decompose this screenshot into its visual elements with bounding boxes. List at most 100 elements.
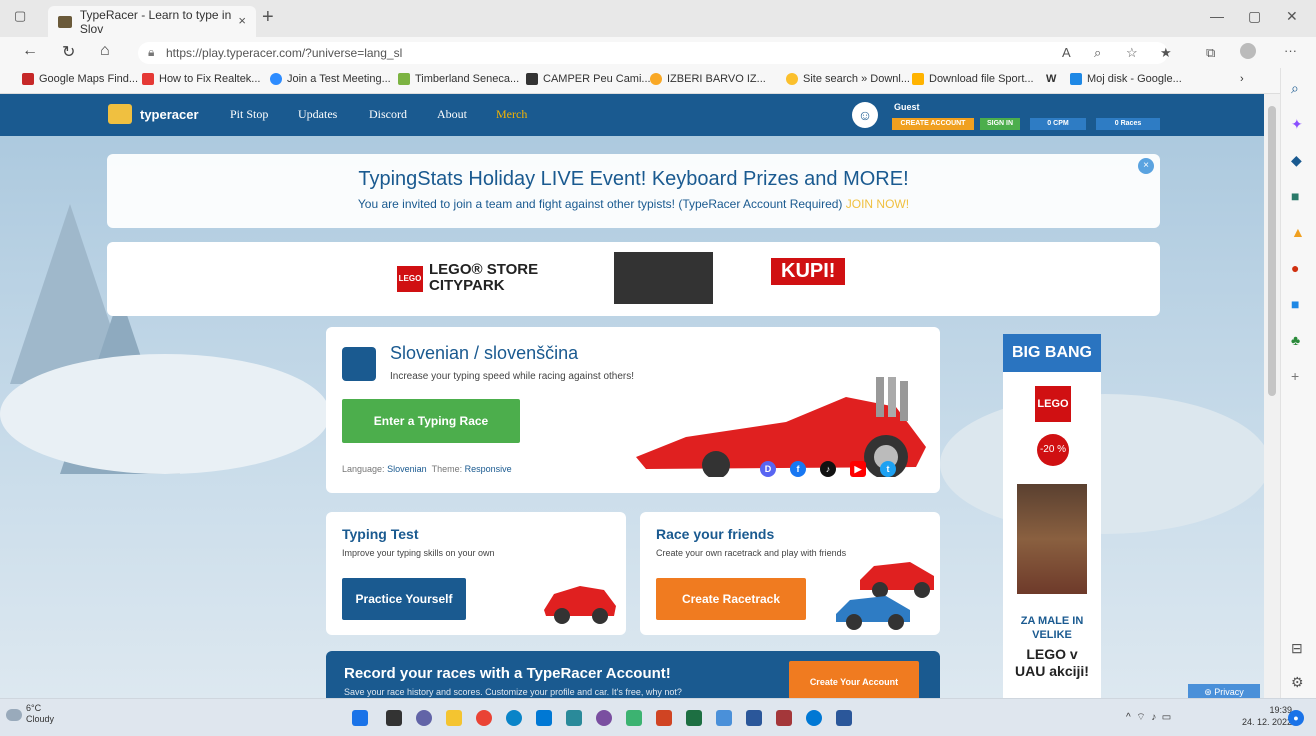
close-window-icon[interactable]: ✕ bbox=[1286, 8, 1298, 25]
language-link[interactable]: Slovenian bbox=[387, 464, 427, 474]
favorites-list-icon[interactable]: ★ bbox=[1160, 45, 1172, 61]
bookmark-item[interactable]: W bbox=[1046, 73, 1056, 85]
temperature: 6°C bbox=[26, 703, 42, 713]
theme-label: Theme: bbox=[431, 464, 463, 474]
nav-merch[interactable]: Merch bbox=[496, 107, 527, 122]
tab-close-icon[interactable]: × bbox=[238, 13, 246, 28]
lego-store-ad[interactable]: LEGO LEGO® STORE CITYPARK KUPI! bbox=[387, 252, 881, 304]
file-explorer-icon[interactable] bbox=[446, 710, 462, 726]
settings-icon[interactable]: ⚙ bbox=[1291, 674, 1304, 691]
bookmark-icon bbox=[398, 73, 410, 85]
bookmark-item[interactable]: Site search » Downl... bbox=[786, 73, 910, 85]
tiktok-icon[interactable]: ♪ bbox=[820, 461, 836, 477]
store-line2: CITYPARK bbox=[429, 277, 505, 294]
nav-updates[interactable]: Updates bbox=[298, 107, 337, 122]
bookmark-item[interactable]: CAMPER Peu Cami... bbox=[526, 73, 651, 85]
word-icon[interactable] bbox=[836, 710, 852, 726]
edge-icon[interactable] bbox=[506, 710, 522, 726]
refresh-icon[interactable]: ↻ bbox=[62, 42, 75, 62]
bookmarks-more-icon[interactable]: › bbox=[1240, 73, 1244, 85]
more-icon[interactable]: ··· bbox=[1284, 43, 1297, 58]
maximize-icon[interactable]: ▢ bbox=[1248, 8, 1261, 25]
app-icon[interactable] bbox=[746, 710, 762, 726]
sign-in-button[interactable]: SIGN IN bbox=[980, 118, 1020, 130]
search-icon[interactable]: ⌕ bbox=[1291, 80, 1299, 97]
kupi-button[interactable]: KUPI! bbox=[771, 258, 846, 285]
app-icon[interactable] bbox=[716, 710, 732, 726]
youtube-icon[interactable]: ▶ bbox=[850, 461, 866, 477]
side-ad[interactable]: BIG BANG LEGO -20 % ZA MALE IN VELIKE LEG… bbox=[1003, 334, 1101, 698]
create-your-account-button[interactable]: Create Your Account bbox=[789, 661, 919, 698]
clock[interactable]: 19:39 24. 12. 2022 bbox=[1242, 704, 1292, 728]
bookmark-label: Moj disk - Google... bbox=[1087, 73, 1182, 85]
weather-widget[interactable]: 6°C Cloudy bbox=[26, 703, 54, 725]
twitter-icon[interactable]: t bbox=[880, 461, 896, 477]
app-icon[interactable] bbox=[806, 710, 822, 726]
app-icon[interactable] bbox=[626, 710, 642, 726]
sidebar-toggle-icon[interactable]: ⊟ bbox=[1291, 640, 1303, 657]
nav-about[interactable]: About bbox=[437, 107, 467, 122]
task-view-icon[interactable] bbox=[386, 710, 402, 726]
event-banner[interactable]: TypingStats Holiday LIVE Event! Keyboard… bbox=[107, 154, 1160, 228]
scrollbar-thumb[interactable] bbox=[1268, 106, 1276, 396]
facebook-icon[interactable]: f bbox=[790, 461, 806, 477]
nav-discord[interactable]: Discord bbox=[369, 107, 407, 122]
favorite-icon[interactable]: ☆ bbox=[1126, 45, 1138, 61]
banner-close-icon[interactable]: × bbox=[1138, 158, 1154, 174]
app-icon[interactable] bbox=[596, 710, 612, 726]
language-theme-info: Language: Slovenian Theme: Responsive bbox=[342, 464, 512, 474]
lock-icon[interactable]: 🔒︎ bbox=[148, 45, 154, 60]
minimize-icon[interactable]: — bbox=[1210, 8, 1224, 24]
back-icon[interactable]: ← bbox=[22, 42, 38, 60]
address-bar[interactable]: 🔒︎ https://play.typeracer.com/?universe=… bbox=[138, 42, 1168, 64]
zoom-icon[interactable]: ⌕ bbox=[1094, 45, 1101, 61]
tree-icon[interactable]: ♣ bbox=[1291, 332, 1300, 348]
office-icon[interactable]: ● bbox=[1291, 260, 1299, 276]
start-icon[interactable] bbox=[352, 710, 368, 726]
bookmark-item[interactable]: Timberland Seneca... bbox=[398, 73, 519, 85]
bookmark-item[interactable]: Join a Test Meeting... bbox=[270, 73, 391, 85]
discord-icon[interactable]: D bbox=[760, 461, 776, 477]
read-aloud-icon[interactable]: A bbox=[1062, 45, 1071, 60]
system-tray[interactable]: ^ ⌔ ♪ ▭ bbox=[1126, 711, 1171, 724]
home-icon[interactable]: ⌂ bbox=[100, 42, 110, 60]
privacy-button[interactable]: ⊛ Privacy bbox=[1188, 684, 1260, 698]
tab-actions-icon[interactable]: ▢ bbox=[14, 8, 26, 24]
bookmark-item[interactable]: Download file Sport... bbox=[912, 73, 1034, 85]
guest-avatar[interactable]: ☺ bbox=[852, 102, 878, 128]
nav-pit-stop[interactable]: Pit Stop bbox=[230, 107, 268, 122]
site-logo[interactable]: typeracer bbox=[108, 104, 199, 124]
two-cars-image bbox=[836, 562, 934, 630]
create-account-button[interactable]: CREATE ACCOUNT bbox=[892, 118, 974, 130]
store-icon[interactable] bbox=[536, 710, 552, 726]
bookmark-item[interactable]: How to Fix Realtek... bbox=[142, 73, 260, 85]
profile-avatar[interactable] bbox=[1240, 43, 1256, 59]
notification-icon[interactable]: ● bbox=[1288, 710, 1304, 726]
briefcase-icon[interactable]: ■ bbox=[1291, 188, 1299, 204]
theme-link[interactable]: Responsive bbox=[465, 464, 512, 474]
add-icon[interactable]: + bbox=[1291, 368, 1299, 384]
create-racetrack-button[interactable]: Create Racetrack bbox=[656, 578, 806, 620]
ad-line1: ZA MALE IN bbox=[1020, 615, 1084, 627]
collections-icon[interactable]: ⧉ bbox=[1206, 45, 1215, 61]
powerpoint-icon[interactable] bbox=[656, 710, 672, 726]
access-icon[interactable] bbox=[776, 710, 792, 726]
app-icon[interactable] bbox=[566, 710, 582, 726]
bookmark-item[interactable]: Moj disk - Google... bbox=[1070, 73, 1182, 85]
enter-race-button[interactable]: Enter a Typing Race bbox=[342, 399, 520, 443]
practice-yourself-button[interactable]: Practice Yourself bbox=[342, 578, 466, 620]
new-tab-button[interactable]: + bbox=[262, 6, 274, 29]
excel-icon[interactable] bbox=[686, 710, 702, 726]
browser-tab[interactable]: TypeRacer - Learn to type in Slov × bbox=[48, 6, 256, 37]
join-now-link[interactable]: JOIN NOW! bbox=[846, 197, 909, 211]
chrome-icon[interactable] bbox=[476, 710, 492, 726]
page-scrollbar[interactable] bbox=[1264, 94, 1280, 698]
chat-icon[interactable] bbox=[416, 710, 432, 726]
games-icon[interactable]: ▲ bbox=[1291, 224, 1305, 240]
red-car-image bbox=[544, 586, 616, 624]
tag-icon[interactable]: ◆ bbox=[1291, 152, 1302, 169]
bookmark-item[interactable]: IZBERI BARVO IZ... bbox=[650, 73, 766, 85]
discover-icon[interactable]: ✦ bbox=[1291, 116, 1303, 133]
bookmark-item[interactable]: Google Maps Find... bbox=[22, 73, 138, 85]
outlook-icon[interactable]: ■ bbox=[1291, 296, 1299, 312]
